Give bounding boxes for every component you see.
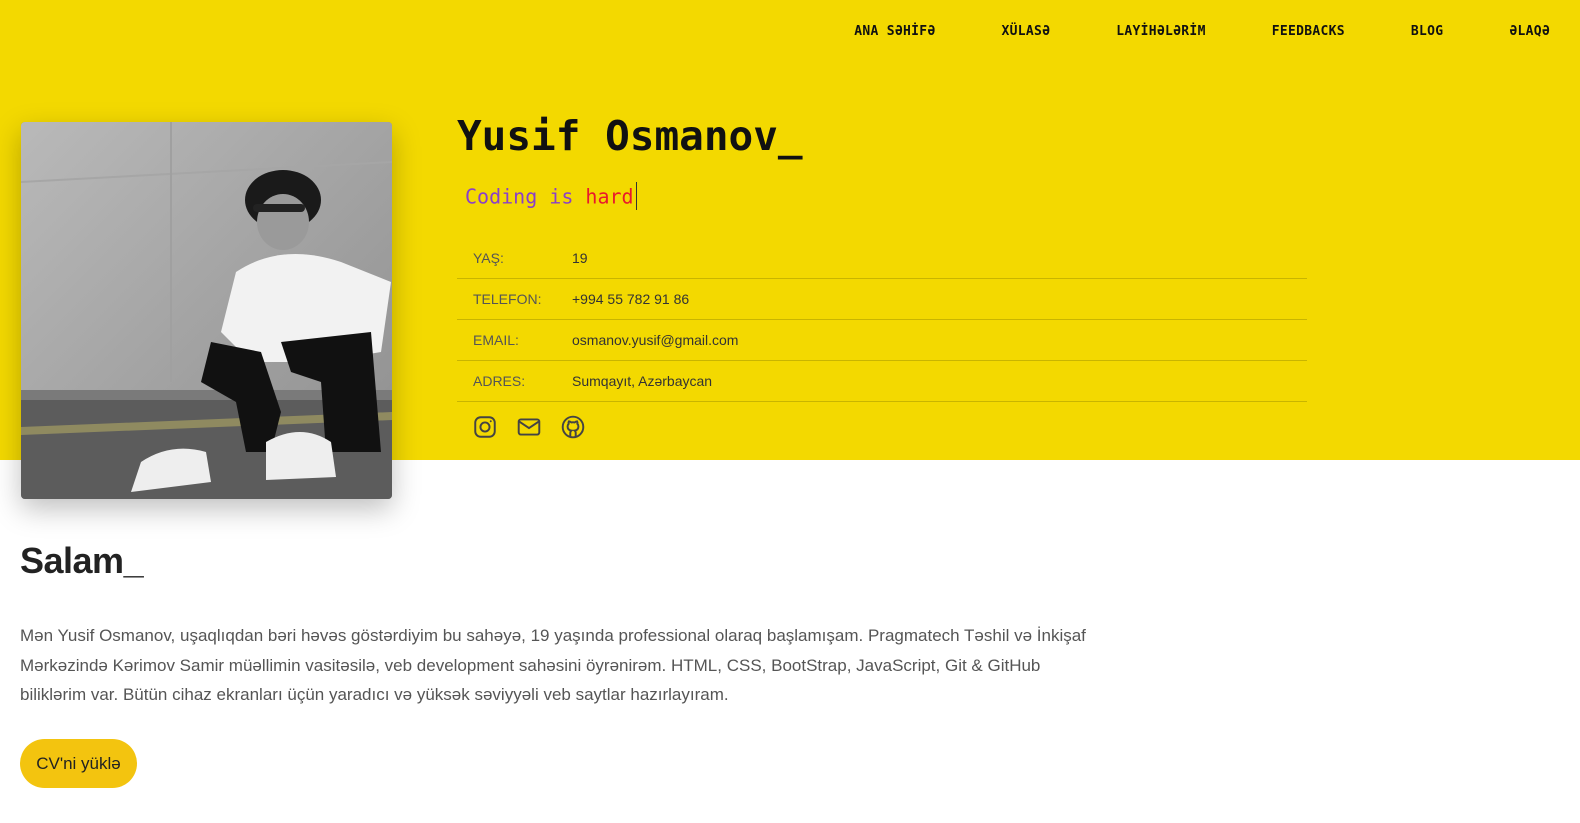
- info-key: ADRES:: [473, 373, 526, 389]
- download-cv-button[interactable]: CV'ni yüklə: [20, 739, 137, 788]
- info-value: Sumqayıt, Azərbaycan: [572, 373, 713, 389]
- info-row-address: ADRES: Sumqayıt, Azərbaycan: [457, 361, 1307, 402]
- nav-item-summary[interactable]: XÜLASƏ: [1002, 24, 1051, 39]
- about-title: Salam_: [20, 540, 144, 581]
- info-row-age: YAŞ: 19: [457, 238, 1307, 279]
- main-nav: ANA SƏHİFƏ XÜLASƏ LAYİHƏLƏRİM FEEDBACKS …: [788, 24, 1550, 39]
- nav-item-contact[interactable]: ƏLAQƏ: [1509, 24, 1550, 39]
- info-key: EMAIL:: [473, 332, 519, 348]
- typing-caret: [635, 182, 637, 210]
- tagline-text: Coding is: [465, 184, 586, 209]
- info-value: +994 55 782 91 86: [572, 291, 690, 307]
- nav-item-projects[interactable]: LAYİHƏLƏRİM: [1116, 24, 1205, 39]
- info-key: YAŞ:: [473, 250, 504, 266]
- about-text: Mən Yusif Osmanov, uşaqlıqdan bəri həvəs…: [20, 626, 1086, 704]
- mail-icon[interactable]: [516, 414, 542, 440]
- info-value: osmanov.yusif@gmail.com: [572, 332, 739, 348]
- nav-item-feedbacks[interactable]: FEEDBACKS: [1272, 24, 1345, 39]
- github-icon[interactable]: [560, 414, 586, 440]
- info-row-phone: TELEFON: +994 55 782 91 86: [457, 279, 1307, 320]
- typing-tagline: Coding is hard: [465, 182, 637, 212]
- profile-photo: [21, 122, 392, 499]
- info-table: YAŞ: 19 TELEFON: +994 55 782 91 86 EMAIL…: [457, 238, 1307, 402]
- info-key: TELEFON:: [473, 291, 542, 307]
- profile-name: Yusif Osmanov_: [457, 112, 803, 160]
- info-row-email: EMAIL: osmanov.yusif@gmail.com: [457, 320, 1307, 361]
- instagram-icon[interactable]: [472, 414, 498, 440]
- tagline-highlight: hard: [585, 184, 634, 209]
- social-links: [472, 414, 586, 440]
- nav-item-home[interactable]: ANA SƏHİFƏ: [854, 24, 935, 39]
- info-value: 19: [572, 250, 588, 266]
- nav-item-blog[interactable]: BLOG: [1411, 24, 1444, 39]
